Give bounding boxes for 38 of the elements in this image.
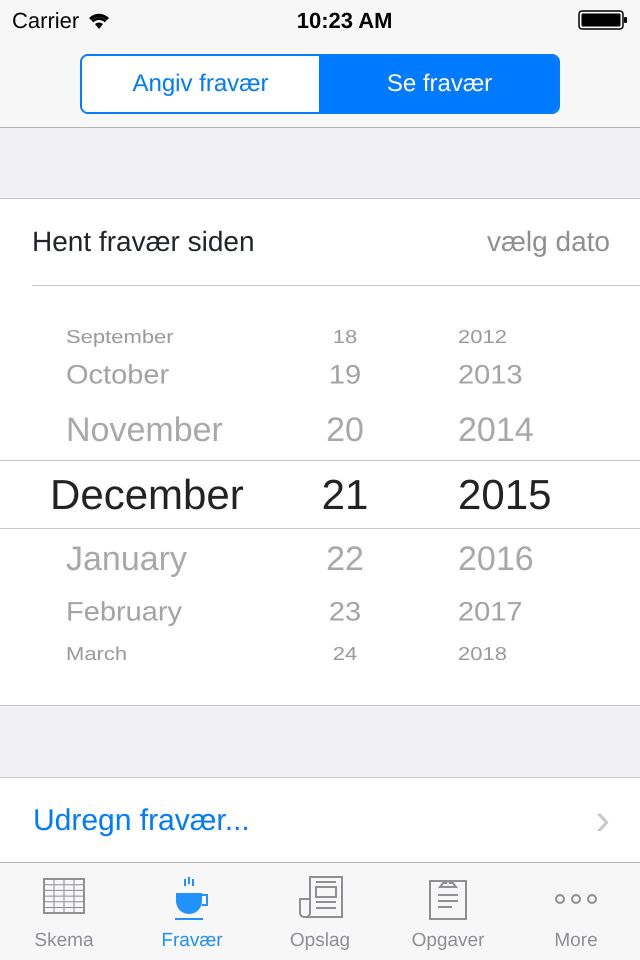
wifi-icon: [87, 11, 112, 29]
tab-bar-item[interactable]: Skema: [0, 863, 128, 960]
battery-icon: [578, 10, 628, 30]
picker-month[interactable]: September: [66, 322, 174, 350]
tab-bar-item[interactable]: Opslag: [256, 863, 384, 960]
chevron-icon: ›: [595, 798, 610, 842]
picker-year[interactable]: 2014: [458, 404, 534, 456]
picker-day[interactable]: 22: [326, 534, 364, 584]
segment-tab[interactable]: Se fravær: [319, 56, 558, 112]
picker-month[interactable]: November: [66, 404, 223, 456]
picker-year[interactable]: 2016: [458, 534, 534, 584]
picker-year[interactable]: 2012: [458, 322, 507, 350]
date-label: Hent fravær siden: [32, 225, 255, 259]
picker-year[interactable]: 2018: [458, 638, 507, 668]
picker-day[interactable]: 18: [332, 322, 358, 350]
segment-tab[interactable]: Angiv fravær: [82, 56, 319, 112]
picker-month[interactable]: February: [66, 593, 182, 633]
picker-day[interactable]: 21: [322, 463, 368, 526]
picker-month[interactable]: October: [66, 356, 170, 396]
calculate-row[interactable]: Udregn fravær... ›: [0, 777, 640, 862]
more-icon: [554, 893, 598, 905]
picker-year[interactable]: 2017: [458, 593, 523, 633]
picker-month[interactable]: January: [66, 534, 187, 584]
tab-bar-item[interactable]: More: [512, 863, 640, 960]
choose-date-link[interactable]: vælg dato: [487, 221, 610, 263]
tab-bar-item[interactable]: Opgaver: [384, 863, 512, 960]
time-label: 10:23 AM: [296, 6, 392, 34]
picker-year[interactable]: 2015: [458, 463, 552, 526]
calculate-label: Udregn fravær...: [33, 802, 250, 838]
picker-month[interactable]: December: [50, 463, 244, 526]
carrier-label: Carrier: [12, 6, 80, 34]
picker-day[interactable]: 23: [328, 593, 362, 633]
picker-day[interactable]: 24: [332, 638, 358, 668]
picker-year[interactable]: 2013: [458, 356, 523, 396]
picker-day[interactable]: 19: [328, 356, 362, 396]
picker-day[interactable]: 20: [326, 404, 364, 456]
picker-month[interactable]: March: [66, 638, 128, 668]
tab-bar-item[interactable]: Fravær: [128, 863, 256, 960]
